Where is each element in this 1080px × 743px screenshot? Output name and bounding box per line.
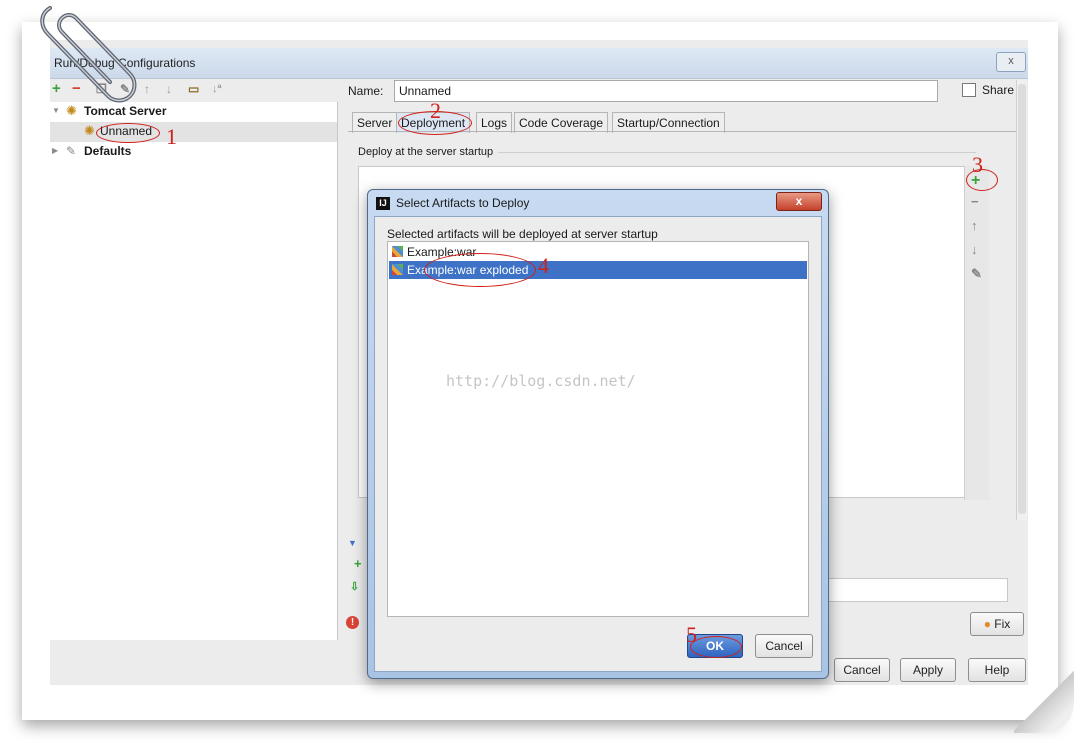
close-icon[interactable]: x [776,192,822,211]
annotation-ellipse [690,636,742,658]
tab-server[interactable]: Server [352,112,398,133]
annotation-number: 2 [430,98,441,123]
deploy-side-toolbar: + − ↑ ↓ ✎ [964,166,989,500]
tree-item-defaults[interactable]: ▶ ✎ Defaults [50,142,337,160]
artifact-list[interactable]: Example:war Example:war exploded [387,241,809,617]
fix-button[interactable]: ● Fix [970,612,1024,636]
cancel-button[interactable]: Cancel [834,658,890,682]
deploy-section-label: Deploy at the server startup [358,146,494,158]
section-divider [498,152,976,153]
arrow-down-icon[interactable]: ↓ [971,242,978,257]
tree-item-unnamed[interactable]: ✺ Unnamed [50,122,337,142]
tab-logs[interactable]: Logs [476,112,513,133]
remove-icon[interactable]: − [971,194,979,209]
sort-icon[interactable]: ↓ª [212,78,222,100]
vertical-scrollbar[interactable] [1016,80,1027,520]
fix-label: Fix [994,617,1011,631]
dialog-message: Selected artifacts will be deployed at s… [387,227,658,241]
tab-startup-connection[interactable]: Startup/Connection [612,112,725,133]
tomcat-icon: ✺ [84,123,95,138]
arrow-up-icon[interactable]: ↑ [144,78,150,100]
tree-label: Defaults [84,144,132,158]
name-input[interactable]: Unnamed [394,80,938,102]
dialog-cancel-button[interactable]: Cancel [755,634,813,658]
dialog-title: Select Artifacts to Deploy [396,196,530,210]
arrow-down-icon[interactable]: ↓ [166,78,172,100]
name-label: Name: [348,84,384,98]
arrow-up-icon[interactable]: ↑ [971,218,978,233]
apply-button[interactable]: Apply [900,658,956,682]
title-bar: Run/Debug Configurations x [50,48,1028,79]
warning-icon: ! [346,616,359,629]
expand-right-icon[interactable]: ▶ [52,142,58,160]
intellij-icon: IJ [376,197,390,210]
paperclip-icon [40,6,137,103]
lightbulb-icon: ● [983,617,991,631]
scrollbar-thumb[interactable] [1018,84,1026,514]
annotation-ellipse [424,253,536,287]
expand-down-icon[interactable]: ▼ [348,538,357,548]
folder-icon[interactable]: ▭ [188,78,199,100]
annotation-ellipse [96,123,160,143]
annotation-number: 4 [538,253,549,278]
share-label: Share [982,83,1015,97]
wrench-icon: ✎ [66,144,77,158]
artifact-icon [392,264,403,275]
help-button[interactable]: Help [968,658,1026,682]
artifact-icon [392,246,403,257]
share-checkbox[interactable] [962,83,976,97]
config-tree-panel: ▼ ✺ Tomcat Server ✺ Unnamed ▶ ✎ Defaults [50,102,338,640]
annotation-number: 5 [686,622,697,647]
add-icon[interactable]: + [354,556,362,571]
tab-code-coverage[interactable]: Code Coverage [514,112,609,133]
watermark: http://blog.csdn.net/ [446,372,636,390]
edit-icon[interactable]: ✎ [971,266,982,282]
annotation-number: 3 [972,152,983,177]
close-icon[interactable]: x [996,52,1026,72]
build-icon: ⇩ [350,581,360,593]
dialog-body: Selected artifacts will be deployed at s… [374,216,822,672]
annotation-number: 1 [166,124,177,149]
